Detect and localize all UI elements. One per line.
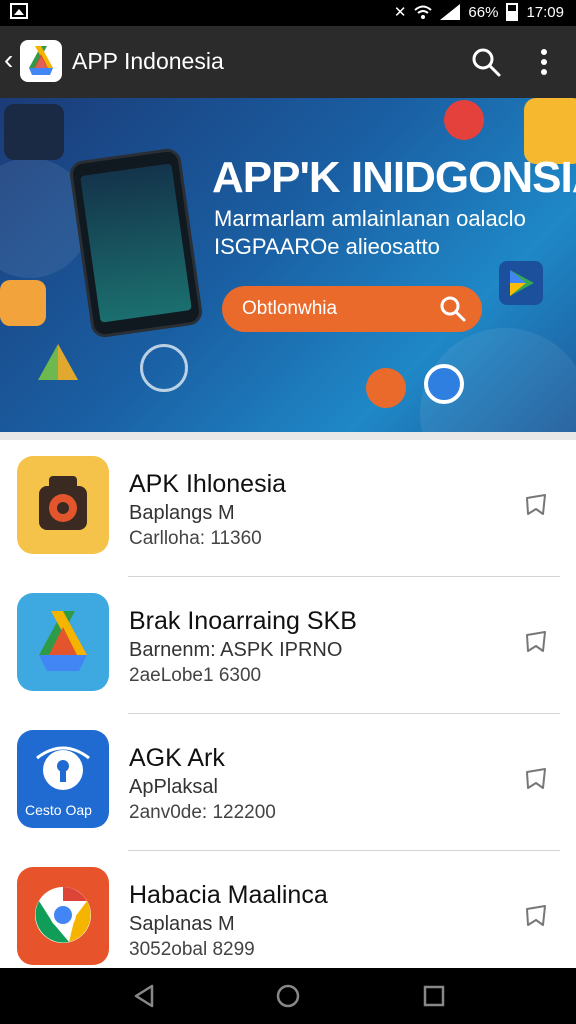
- banner-separator: [0, 432, 576, 440]
- banner-heading: APP'K INIDGONSIA: [212, 153, 576, 202]
- app-meta: Carlloha: 11360: [129, 528, 262, 549]
- orange-bubble-icon: [0, 280, 46, 326]
- orange-pin-icon: [366, 368, 406, 408]
- app-title: APP Indonesia: [72, 48, 224, 74]
- nfc-icon: ✕: [393, 4, 407, 21]
- bookmark-icon[interactable]: [522, 903, 550, 931]
- banner-subtitle: ISGPAAROe alieosatto: [214, 234, 440, 259]
- list-item[interactable]: APK Ihlonesia Baplangs M Carlloha: 11360: [0, 440, 576, 577]
- camera-app-icon: [17, 456, 109, 554]
- app-meta: 2anv0de: 122200: [129, 802, 276, 823]
- bookmark-icon[interactable]: [522, 492, 550, 520]
- battery-percent: 66%: [468, 3, 499, 21]
- security-app-icon: Cesto Oap: [17, 730, 109, 828]
- back-arrow-icon[interactable]: ‹: [4, 46, 13, 74]
- clock: 17:09: [526, 3, 564, 21]
- drive-logo-icon: [29, 46, 53, 75]
- app-meta: 3052obal 8299: [129, 939, 255, 960]
- app-title: AGK Ark: [129, 744, 225, 772]
- more-options-icon[interactable]: [532, 46, 556, 78]
- bookmark-icon[interactable]: [522, 629, 550, 657]
- app-title: APK Ihlonesia: [129, 470, 287, 498]
- banner-search-button[interactable]: Obtlonwhia: [222, 286, 482, 332]
- app-title: Brak Inoarraing SKB: [129, 607, 357, 635]
- play-store-icon: [499, 261, 543, 305]
- banner-subtitle: Marmarlam amlainlanan oalaclo: [214, 206, 526, 231]
- promo-banner[interactable]: APP'K INIDGONSIA Marmarlam amlainlanan o…: [0, 98, 576, 432]
- red-badge-icon: [444, 100, 484, 140]
- app-icon-label: Cesto Oap: [25, 802, 92, 818]
- phone-illustration: [68, 147, 204, 339]
- app-subtitle: ApPlaksal: [129, 776, 218, 798]
- app-subtitle: Saplanas M: [129, 913, 235, 935]
- bookmark-icon[interactable]: [522, 766, 550, 794]
- app-subtitle: Barnenm: ASPK IPRNO: [129, 639, 343, 661]
- signal-icon: [440, 4, 461, 20]
- banner-search-label: Obtlonwhia: [242, 298, 338, 319]
- search-icon: [440, 296, 466, 322]
- navigation-bar: [0, 968, 576, 1024]
- app-subtitle: Baplangs M: [129, 502, 235, 524]
- battery-icon: [506, 3, 519, 21]
- gallery-notification-icon: [10, 3, 28, 23]
- app-meta: 2aeLobe1 6300: [129, 665, 262, 686]
- list-item[interactable]: Brak Inoarraing SKB Barnenm: ASPK IPRNO …: [0, 577, 576, 714]
- status-bar: ✕ 66% 17:09: [0, 0, 576, 26]
- recent-apps-icon[interactable]: [420, 982, 448, 1010]
- app-bar: ‹ APP Indonesia: [0, 26, 576, 98]
- wifi-icon: [414, 5, 433, 19]
- list-item[interactable]: Cesto Oap AGK Ark ApPlaksal 2anv0de: 122…: [0, 714, 576, 851]
- drive-app-icon: [17, 593, 109, 691]
- dark-square-icon: [4, 104, 64, 160]
- search-icon[interactable]: [470, 46, 502, 78]
- target-icon: [140, 344, 188, 392]
- chrome-app-icon: [17, 867, 109, 965]
- triangle-graphic-icon: [38, 344, 78, 380]
- app-logo[interactable]: [20, 40, 62, 82]
- chat-bubble-icon: [424, 364, 464, 404]
- back-icon[interactable]: [130, 982, 158, 1010]
- app-title: Habacia Maalinca: [129, 881, 328, 909]
- home-icon[interactable]: [274, 982, 302, 1010]
